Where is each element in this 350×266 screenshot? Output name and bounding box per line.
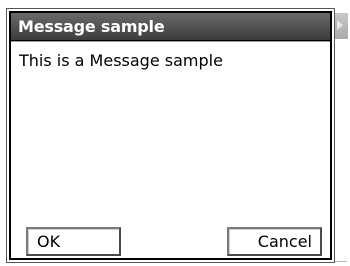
message-dialog: Message sample This is a Message sample … (9, 11, 332, 260)
dialog-content: This is a Message sample OK Cancel (11, 41, 330, 258)
cancel-button-label: Cancel (257, 232, 312, 251)
screen: Message sample This is a Message sample … (0, 0, 350, 266)
right-arrow-icon (337, 20, 343, 30)
dialog-titlebar: Message sample (11, 13, 330, 41)
dialog-title: Message sample (18, 17, 165, 36)
ok-button-label: OK (37, 232, 61, 251)
background-window (334, 13, 347, 262)
cancel-button[interactable]: Cancel (227, 227, 322, 256)
dialog-message: This is a Message sample (19, 51, 223, 70)
ok-button[interactable]: OK (26, 227, 121, 256)
